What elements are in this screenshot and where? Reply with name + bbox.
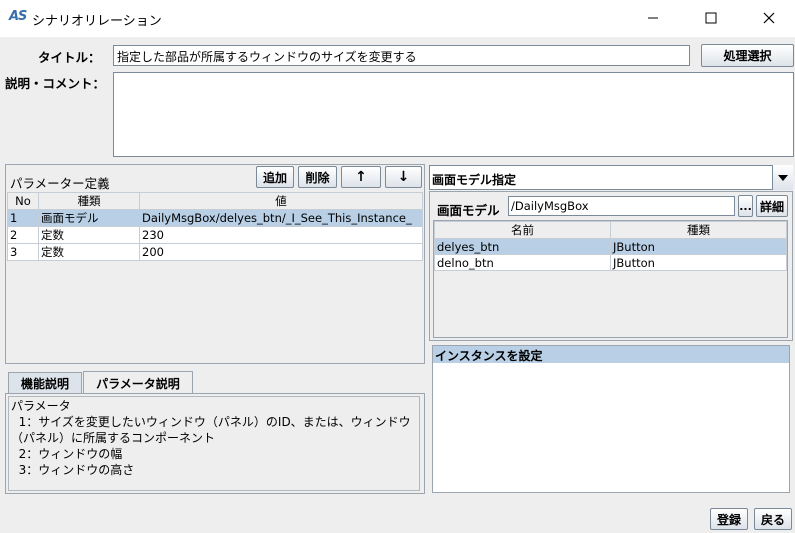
description-line: 2：ウィンドウの幅 — [11, 447, 123, 461]
minimize-icon — [648, 17, 658, 19]
cell-type: JButton — [610, 238, 787, 255]
parameter-panel: パラメーター定義 追加 削除 ↑ ↓ No 種類 値 1 画面モデル Daily… — [5, 164, 425, 364]
column-header-no[interactable]: No — [7, 192, 39, 210]
table-row[interactable]: delno_btn JButton — [434, 254, 787, 271]
browse-button[interactable]: ... — [738, 195, 753, 217]
parameter-table-area: No 種類 値 1 画面モデル DailyMsgBox/delyes_btn/_… — [7, 192, 423, 362]
tab-parameter-description[interactable]: パラメータ説明 — [83, 371, 193, 394]
description-tabs: 機能説明 パラメータ説明 パラメータ 1：サイズを変更したいウィンドウ（パネル）… — [5, 370, 425, 494]
cell-no: 1 — [7, 209, 39, 227]
close-button[interactable] — [746, 0, 792, 36]
maximize-icon — [705, 12, 717, 24]
screen-model-input[interactable]: /DailyMsgBox — [508, 196, 735, 216]
tab-function-description[interactable]: 機能説明 — [8, 372, 82, 393]
table-row[interactable]: delyes_btn JButton — [434, 238, 787, 255]
screen-model-dropdown[interactable]: 画面モデル指定 — [429, 165, 793, 190]
detail-button[interactable]: 詳細 — [756, 195, 788, 217]
screen-model-label: 画面モデル — [437, 203, 500, 218]
move-up-button[interactable]: ↑ — [341, 166, 381, 188]
title-label: タイトル： — [38, 50, 101, 65]
description-line: 3：ウィンドウの高さ — [11, 463, 135, 477]
add-parameter-button[interactable]: 追加 — [256, 166, 294, 188]
register-button[interactable]: 登録 — [710, 508, 748, 530]
table-row[interactable]: 1 画面モデル DailyMsgBox/delyes_btn/_I_See_Th… — [7, 209, 423, 227]
cell-kind: 定数 — [38, 243, 140, 261]
screen-model-panel: 画面モデル /DailyMsgBox ... 詳細 名前 種類 delyes_b… — [429, 191, 793, 341]
dialog-body: タイトル： 指定した部品が所属するウィンドウのサイズを変更する 処理選択 説明・… — [0, 37, 795, 533]
comment-textarea[interactable] — [113, 72, 794, 157]
close-icon — [763, 12, 775, 24]
table-row[interactable]: 2 定数 230 — [7, 226, 423, 244]
description-line: パラメータ — [11, 399, 71, 413]
column-header-kind[interactable]: 種類 — [38, 192, 140, 210]
description-line: 1：サイズを変更したいウィンドウ（パネル）のID、または、ウィンドウ — [11, 415, 411, 429]
comment-label: 説明・コメント： — [5, 76, 106, 91]
description-line: （パネル）に所属するコンポーネント — [11, 431, 216, 445]
cell-kind: 定数 — [38, 226, 140, 244]
column-header-value[interactable]: 値 — [139, 192, 423, 210]
move-down-button[interactable]: ↓ — [385, 166, 422, 188]
cell-value: 230 — [139, 226, 423, 244]
window-title: シナリオリレーション — [32, 14, 162, 29]
component-table-header: 名前 種類 — [434, 221, 787, 239]
parameter-table: No 種類 値 1 画面モデル DailyMsgBox/delyes_btn/_… — [7, 192, 423, 261]
minimize-button[interactable] — [630, 0, 676, 36]
chevron-down-icon — [778, 174, 788, 181]
app-icon: AS — [9, 9, 27, 24]
table-row[interactable]: 3 定数 200 — [7, 243, 423, 261]
instance-header: インスタンスを設定 — [433, 346, 789, 363]
cell-name: delyes_btn — [434, 238, 611, 255]
title-input[interactable]: 指定した部品が所属するウィンドウのサイズを変更する — [113, 45, 690, 66]
cell-value: DailyMsgBox/delyes_btn/_I_See_This_Insta… — [139, 209, 423, 227]
cell-kind: 画面モデル — [38, 209, 140, 227]
cell-type: JButton — [610, 254, 787, 271]
column-header-name[interactable]: 名前 — [434, 221, 611, 239]
column-header-type[interactable]: 種類 — [610, 221, 787, 239]
dropdown-arrow-button[interactable] — [772, 165, 793, 190]
screen-model-dropdown-value: 画面モデル指定 — [432, 173, 517, 187]
cell-value: 200 — [139, 243, 423, 261]
parameter-panel-title: パラメーター定義 — [10, 176, 110, 191]
cell-name: delno_btn — [434, 254, 611, 271]
delete-parameter-button[interactable]: 削除 — [298, 166, 337, 188]
process-select-button[interactable]: 処理選択 — [701, 44, 794, 67]
tab-content-panel: パラメータ 1：サイズを変更したいウィンドウ（パネル）のID、または、ウィンドウ… — [5, 393, 425, 494]
component-table: 名前 種類 delyes_btn JButton delno_btn JButt… — [434, 221, 787, 271]
component-table-area: 名前 種類 delyes_btn JButton delno_btn JButt… — [433, 220, 788, 338]
cell-no: 3 — [7, 243, 39, 261]
back-button[interactable]: 戻る — [754, 508, 792, 530]
title-bar: AS シナリオリレーション — [0, 0, 795, 37]
parameter-description-text: パラメータ 1：サイズを変更したいウィンドウ（パネル）のID、または、ウィンドウ… — [8, 396, 420, 491]
maximize-button[interactable] — [688, 0, 734, 36]
instance-panel: インスタンスを設定 — [432, 345, 790, 493]
cell-no: 2 — [7, 226, 39, 244]
parameter-table-header: No 種類 値 — [7, 192, 423, 210]
